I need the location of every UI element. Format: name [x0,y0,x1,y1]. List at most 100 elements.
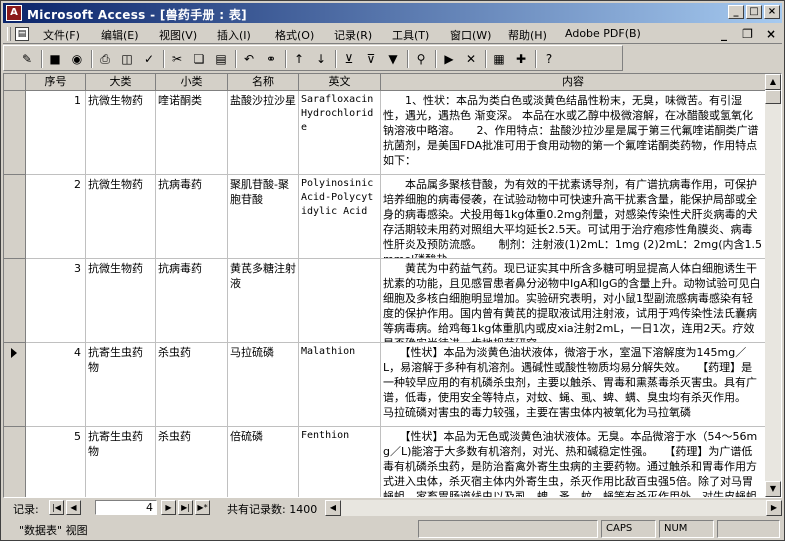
access-window: A Microsoft Access - [兽药手册 : 表] _ □ × ▤ … [0,0,785,541]
minimize-button[interactable]: _ [728,5,744,19]
cell-category[interactable]: 抗微生物药 [86,175,156,259]
cut-icon[interactable]: ✂ [168,50,186,68]
print-preview-icon[interactable]: ◫ [118,50,136,68]
col-header-name[interactable]: 名称 [228,74,299,91]
scroll-up-button[interactable]: ▲ [765,74,781,90]
cell-name[interactable]: 聚肌苷酸-聚胞苷酸 [228,175,299,259]
save-icon[interactable]: ■ [46,50,64,68]
menu-item-5[interactable]: 记录(R) [334,27,372,43]
first-record-button[interactable]: |◀ [49,500,64,515]
record-selector[interactable] [4,343,26,427]
cell-english[interactable]: Polyinosinic Acid-Polycytidylic Acid [299,175,381,259]
sort-descending-icon[interactable]: ↓ [312,50,330,68]
menu-item-2[interactable]: 视图(V) [159,27,197,43]
cell-name[interactable]: 黄芪多糖注射液 [228,259,299,343]
title-bar[interactable]: A Microsoft Access - [兽药手册 : 表] _ □ × [3,3,782,23]
new-record-nav-button[interactable]: ▶* [195,500,210,515]
scroll-right-button[interactable]: ▶ [766,500,782,516]
col-header-english[interactable]: 英文 [299,74,381,91]
record-selector[interactable] [4,175,26,259]
cell-id[interactable]: 4 [26,343,86,427]
menu-item-6[interactable]: 工具(T) [392,27,429,43]
select-all-corner[interactable] [4,74,26,91]
spelling-icon[interactable]: ✓ [140,50,158,68]
cell-name[interactable]: 马拉硫磷 [228,343,299,427]
mdi-restore-button[interactable]: ❐ [741,27,755,41]
cell-name[interactable]: 盐酸沙拉沙星 [228,91,299,175]
view-status: "数据表" 视图 [19,524,88,537]
cell-category[interactable]: 抗寄生虫药物 [86,343,156,427]
new-object-icon[interactable]: ✚ [512,50,530,68]
scroll-down-button[interactable]: ▼ [765,481,781,497]
cell-subcategory[interactable]: 抗病毒药 [156,259,228,343]
sort-ascending-icon[interactable]: ↑ [290,50,308,68]
cell-content[interactable]: 【性状】本品为淡黄色油状液体，微溶于水，室温下溶解度为145mg／L，易溶解于多… [381,343,766,427]
menu-item-4[interactable]: 格式(O) [275,27,314,43]
help-icon[interactable]: ? [540,50,558,68]
database-window-icon[interactable]: ▦ [490,50,508,68]
menu-item-8[interactable]: 帮助(H) [508,27,547,43]
cell-id[interactable]: 5 [26,427,86,497]
filter-by-selection-icon[interactable]: ⊻ [340,50,358,68]
record-selector[interactable] [4,91,26,175]
close-button[interactable]: × [764,5,780,19]
undo-icon[interactable]: ↶ [240,50,258,68]
cell-id[interactable]: 2 [26,175,86,259]
cell-id[interactable]: 3 [26,259,86,343]
design-view-icon[interactable]: ✎ [18,50,36,68]
mdi-minimize-button[interactable]: _ [717,27,731,41]
menu-item-9[interactable]: Adobe PDF(B) [565,27,641,40]
col-header-subcategory[interactable]: 小类 [156,74,228,91]
cell-content[interactable]: 1、性状：本品为类白色或淡黄色结晶性粉末，无臭，味微苦。有引湿性，遇光，遇热色 … [381,91,766,175]
cell-english[interactable] [299,259,381,343]
copy-icon[interactable]: ❏ [190,50,208,68]
hyperlink-icon[interactable]: ⚭ [262,50,280,68]
new-record-icon[interactable]: ▶ [440,50,458,68]
horizontal-scrollbar[interactable]: ◀ ▶ [325,500,782,516]
record-selector[interactable] [4,427,26,497]
scroll-left-button[interactable]: ◀ [325,500,341,516]
cell-english[interactable]: Malathion [299,343,381,427]
col-header-category[interactable]: 大类 [86,74,156,91]
menu-item-3[interactable]: 插入(I) [217,27,251,43]
cell-category[interactable]: 抗微生物药 [86,259,156,343]
datasheet-grid: 序号 大类 小类 名称 英文 内容 1 抗微生物药 喹诺酮类 盐酸沙拉沙星 Sarafloxacin… [3,73,782,498]
mdi-close-button[interactable]: × [764,27,778,41]
vertical-scroll-thumb[interactable] [765,90,781,104]
access-app-icon[interactable]: A [6,5,22,21]
cell-name[interactable]: 倍硫磷 [228,427,299,497]
find-icon[interactable]: ⚲ [412,50,430,68]
col-header-id[interactable]: 序号 [26,74,86,91]
record-selector[interactable] [4,259,26,343]
cell-subcategory[interactable]: 抗病毒药 [156,175,228,259]
paste-icon[interactable]: ▤ [212,50,230,68]
apply-filter-icon[interactable]: ▼ [384,50,402,68]
cell-content[interactable]: 【性状】本品为无色或淡黄色油状液体。无臭。本品微溶于水（54～56mg／L)能溶… [381,427,766,497]
menu-item-7[interactable]: 窗口(W) [450,27,491,43]
menu-grip-handle[interactable] [7,27,11,41]
delete-record-icon[interactable]: ✕ [462,50,480,68]
cell-id[interactable]: 1 [26,91,86,175]
maximize-button[interactable]: □ [746,5,762,19]
last-record-button[interactable]: ▶| [178,500,193,515]
cell-subcategory[interactable]: 杀虫药 [156,427,228,497]
document-control-icon[interactable]: ▤ [15,27,29,41]
cell-content[interactable]: 本品属多聚核苷酸，为有效的干扰素诱导剂，有广谱抗病毒作用，可保护培养细胞的病毒侵… [381,175,766,259]
current-record-input[interactable]: 4 [95,500,157,515]
cell-category[interactable]: 抗寄生虫药物 [86,427,156,497]
col-header-content[interactable]: 内容 [381,74,766,91]
menu-item-0[interactable]: 文件(F) [43,27,80,43]
print-icon[interactable]: ⎙ [96,50,114,68]
cell-subcategory[interactable]: 杀虫药 [156,343,228,427]
vertical-scrollbar[interactable]: ▲ ▼ [765,74,781,497]
cell-content[interactable]: 黄芪为中药益气药。现已证实其中所含多糖可明显提高人体白细胞诱生干扰素的功能，且见… [381,259,766,343]
filter-by-form-icon[interactable]: ⊽ [362,50,380,68]
next-record-button[interactable]: ▶ [161,500,176,515]
search-db-icon[interactable]: ◉ [68,50,86,68]
previous-record-button[interactable]: ◀ [66,500,81,515]
cell-subcategory[interactable]: 喹诺酮类 [156,91,228,175]
cell-english[interactable]: Fenthion [299,427,381,497]
menu-item-1[interactable]: 编辑(E) [101,27,139,43]
cell-category[interactable]: 抗微生物药 [86,91,156,175]
cell-english[interactable]: Sarafloxacin Hydrochloride [299,91,381,175]
